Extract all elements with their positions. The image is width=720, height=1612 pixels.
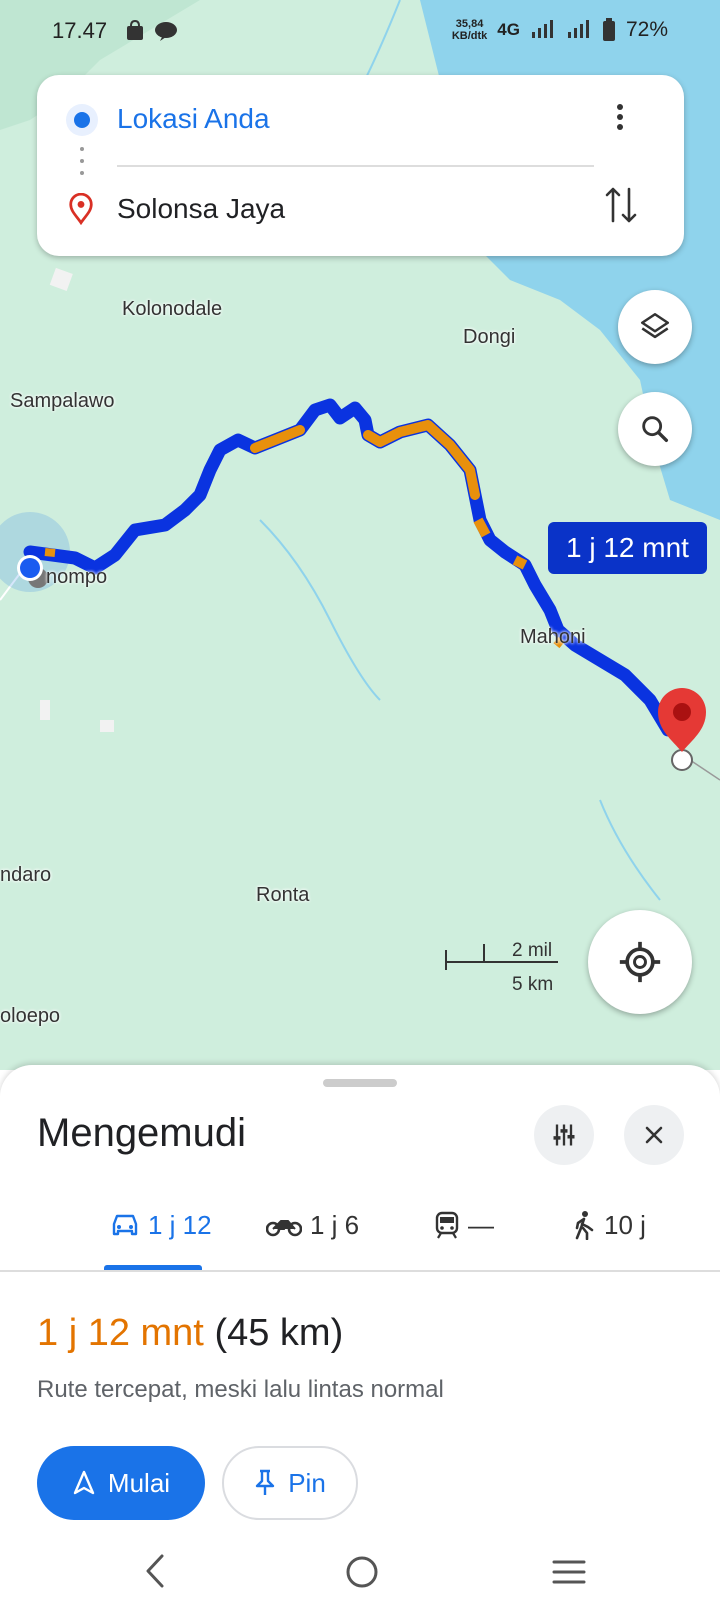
map-label-oloepo: oloepo	[0, 1005, 61, 1027]
signal-icon	[531, 20, 553, 38]
back-icon[interactable]	[140, 1552, 170, 1590]
destination-pin-icon-small	[69, 193, 93, 225]
close-button[interactable]	[624, 1105, 684, 1165]
map-label-ndaro: ndaro	[0, 864, 52, 886]
scale-metric: 5 km	[512, 974, 554, 995]
battery-icon	[602, 18, 615, 41]
tab-motorcycle[interactable]: 1 j 6	[266, 1190, 359, 1260]
tab-motorcycle-label: 1 j 6	[310, 1209, 360, 1240]
tab-driving-label: 1 j 12	[148, 1209, 212, 1240]
start-label: Mulai	[107, 1467, 171, 1498]
destination-field[interactable]: Solonsa Jaya	[117, 193, 285, 225]
home-icon[interactable]	[344, 1554, 380, 1590]
train-icon	[435, 1211, 459, 1239]
my-location-button[interactable]	[588, 910, 692, 1014]
more-options-icon[interactable]	[605, 101, 635, 137]
tune-icon	[553, 1124, 575, 1146]
status-right: 35,84 KB/dtk 4G 72%	[452, 18, 668, 42]
pin-label: Pin	[288, 1467, 326, 1498]
map-label-nompo: nompo	[46, 566, 108, 588]
field-divider	[117, 165, 594, 167]
layers-button[interactable]	[618, 290, 692, 364]
origin-field[interactable]: Lokasi Anda	[117, 103, 270, 135]
recents-menu-icon[interactable]	[552, 1558, 586, 1586]
route-options-button[interactable]	[534, 1105, 594, 1165]
tab-walking[interactable]: 10 j	[572, 1190, 646, 1260]
map-label-kolonodale: Kolonodale	[122, 298, 223, 320]
map-label-ronta: Ronta	[256, 884, 310, 906]
directions-card: Lokasi Anda Solonsa Jaya	[37, 75, 684, 256]
scale-bar: 2 mil 5 km	[444, 940, 560, 1000]
map-label-dongi: Dongi	[463, 326, 516, 348]
status-time: 17.47	[52, 18, 108, 43]
system-nav-bar	[0, 1540, 720, 1612]
line-app-icon	[155, 22, 177, 41]
tab-transit-label: —	[468, 1209, 494, 1240]
route-summary: 1 j 12 mnt (45 km)	[37, 1312, 343, 1355]
tab-driving[interactable]: 1 j 12	[110, 1190, 212, 1260]
shopping-bag-icon	[127, 20, 143, 40]
search-icon	[642, 416, 669, 443]
navigation-arrow-icon	[73, 1470, 95, 1495]
search-button[interactable]	[618, 392, 692, 466]
sheet-title: Mengemudi	[37, 1111, 247, 1155]
motorcycle-icon	[266, 1220, 302, 1237]
pushpin-icon	[256, 1469, 275, 1495]
tab-transit[interactable]: —	[434, 1190, 494, 1260]
route-distance: (45 km)	[214, 1312, 344, 1354]
map-label-sampalawo: Sampalawo	[10, 390, 115, 412]
status-bar: 17.47 35,84 KB/dtk 4G 72%	[0, 0, 720, 60]
notification-icons	[124, 20, 178, 42]
close-icon	[645, 1126, 663, 1144]
layers-icon	[640, 312, 670, 339]
signal-icon-2	[567, 20, 589, 38]
drag-handle[interactable]	[323, 1079, 397, 1087]
route-description: Rute tercepat, meski lalu lintas normal	[37, 1376, 444, 1403]
network-type: 4G	[497, 20, 520, 39]
travel-mode-tabs: 1 j 12 1 j 6 — 10 j	[0, 1190, 720, 1260]
network-speed: 35,84 KB/dtk	[451, 18, 488, 42]
crosshair-icon	[619, 941, 661, 983]
dots-connector-icon	[80, 147, 84, 175]
eta-badge[interactable]: 1 j 12 mnt	[548, 522, 707, 574]
scale-imperial: 2 mil	[512, 940, 553, 961]
pin-button[interactable]: Pin	[222, 1446, 358, 1520]
map-label-mahoni: Mahoni	[520, 626, 586, 648]
start-button[interactable]: Mulai	[37, 1446, 205, 1520]
car-icon	[112, 1214, 138, 1236]
walk-icon	[575, 1211, 594, 1240]
origin-dot-icon	[66, 104, 98, 136]
route-duration: 1 j 12 mnt	[37, 1312, 204, 1354]
tabs-divider	[0, 1270, 720, 1272]
swap-icon[interactable]	[603, 185, 639, 225]
tab-walking-label: 10 j	[604, 1209, 646, 1240]
battery-level: 72%	[625, 18, 668, 41]
